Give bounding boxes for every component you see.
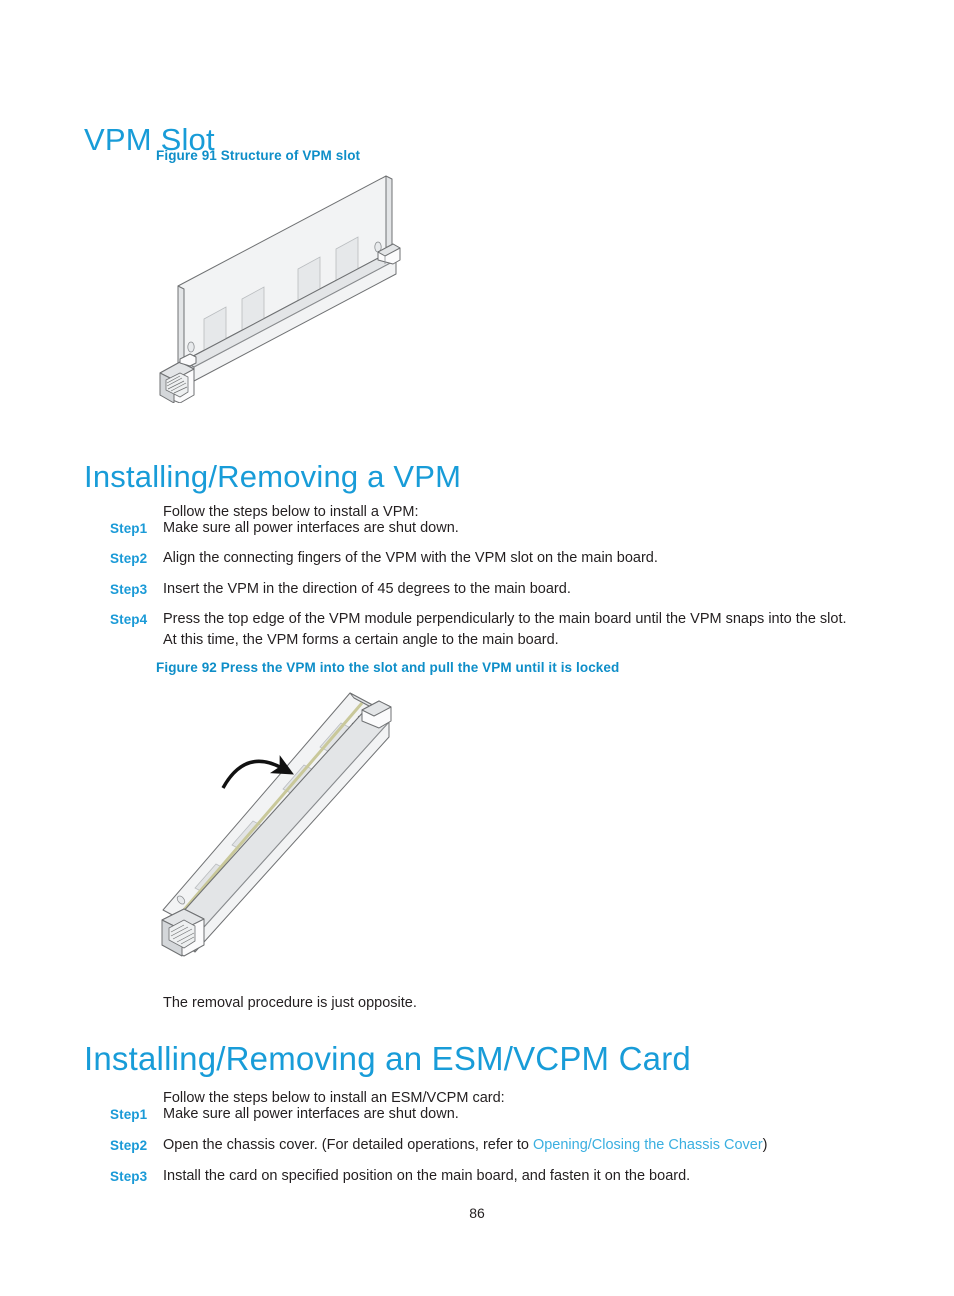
step-text: Make sure all power interfaces are shut …: [163, 1106, 459, 1122]
step-label: Step3: [110, 582, 148, 597]
step-label: Step1: [110, 1107, 148, 1122]
step-item: Step1 Make sure all power interfaces are…: [110, 518, 910, 539]
step-text: Make sure all power interfaces are shut …: [163, 520, 459, 536]
step-text-line-2: At this time, the VPM forms a certain an…: [163, 632, 559, 648]
step-text: Press the top edge of the VPM module per…: [163, 609, 910, 651]
step-item: Step3 Insert the VPM in the direction of…: [110, 579, 910, 600]
step-text: Open the chassis cover. (For detailed op…: [163, 1135, 910, 1156]
figure-caption-92: Figure 92 Press the VPM into the slot an…: [156, 660, 620, 675]
heading-installing-removing-vpm: Installing/Removing a VPM: [84, 458, 462, 494]
step-label: Step1: [110, 521, 148, 536]
step-label: Step2: [110, 1138, 148, 1153]
page-number: 86: [469, 1205, 485, 1221]
step-label: Step3: [110, 1169, 148, 1184]
step-item: Step2 Open the chassis cover. (For detai…: [110, 1135, 910, 1156]
step-item: Step3 Install the card on specified posi…: [110, 1166, 910, 1187]
document-page: VPM Slot Figure 91 Structure of VPM slot…: [0, 0, 954, 1296]
step-text: Align the connecting fingers of the VPM …: [163, 550, 658, 566]
vpm-slot-diagram: .f-face { fill:#f2f3f4; stroke:#6f7173; …: [159, 175, 401, 404]
step-text: Insert the VPM in the direction of 45 de…: [163, 581, 571, 597]
step-item: Step1 Make sure all power interfaces are…: [110, 1104, 910, 1125]
figure-91-vpm-slot-illustration: .f-face { fill:#f2f3f4; stroke:#6f7173; …: [150, 168, 425, 404]
step-text-after-link: ): [762, 1137, 768, 1153]
step-label: Step2: [110, 551, 148, 566]
figure-92-vpm-insertion-illustration: .g-face { fill:#f2f3f4; stroke:#6f7173; …: [150, 688, 425, 963]
step-label: Step4: [110, 612, 148, 627]
closing-text-removal: The removal procedure is just opposite.: [163, 994, 417, 1011]
step-item: Step2 Align the connecting fingers of th…: [110, 548, 910, 569]
vpm-insertion-diagram: .g-face { fill:#f2f3f4; stroke:#6f7173; …: [161, 692, 392, 957]
step-text-before-link: Open the chassis cover. (For detailed op…: [163, 1137, 533, 1153]
step-text-line-1: Press the top edge of the VPM module per…: [163, 611, 847, 627]
step-text: Install the card on specified position o…: [163, 1168, 691, 1184]
heading-installing-removing-esm-vcpm-card: Installing/Removing an ESM/VCPM Card: [84, 1040, 691, 1078]
figure-caption-91: Figure 91 Structure of VPM slot: [156, 148, 361, 163]
step-item: Step4 Press the top edge of the VPM modu…: [110, 609, 910, 651]
link-opening-closing-chassis-cover[interactable]: Opening/Closing the Chassis Cover: [533, 1137, 763, 1153]
